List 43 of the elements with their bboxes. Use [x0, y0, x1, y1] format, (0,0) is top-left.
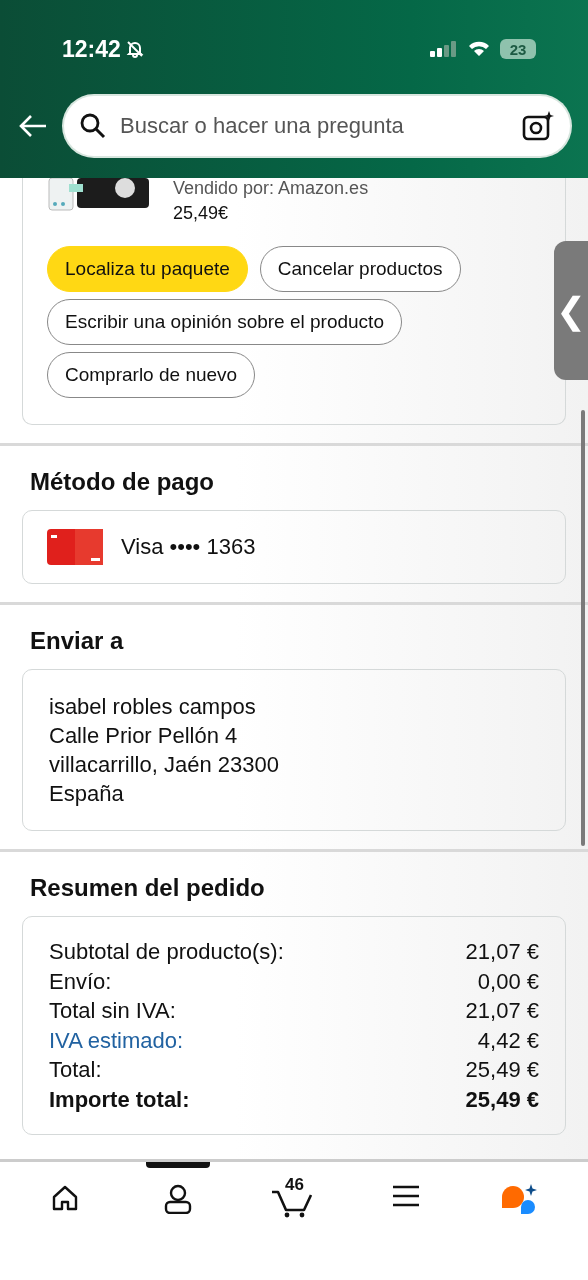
action-button[interactable]: Escribir una opinión sobre el producto — [47, 299, 402, 345]
camera-icon[interactable] — [522, 111, 554, 141]
address-line: villacarrillo, Jaén 23300 — [49, 751, 280, 779]
action-button[interactable]: Comprarlo de nuevo — [47, 352, 256, 398]
address-line: isabel robles campos — [49, 693, 257, 721]
summary-value: 0,00 € — [477, 967, 539, 996]
muted-bell-icon — [124, 39, 145, 59]
summary-label: Total: — [49, 1056, 102, 1084]
search-icon — [80, 113, 106, 139]
credit-card-icon — [47, 529, 103, 565]
home-icon[interactable] — [50, 1184, 79, 1212]
seller-text: Vendido por: Amazon.es — [173, 178, 369, 199]
search-bar[interactable]: Buscar o hacer una pregunta — [64, 96, 570, 156]
status-time: 12:42 — [62, 35, 121, 63]
wifi-icon — [468, 41, 490, 57]
summary-value: 25,49 € — [465, 1056, 539, 1084]
address-line: España — [49, 780, 125, 808]
payment-card[interactable]: Visa •••• 1363 — [22, 510, 566, 584]
summary-label: Subtotal de producto(s): — [49, 938, 284, 966]
person-icon[interactable] — [164, 1184, 193, 1214]
side-panel-handle[interactable]: ❮ — [554, 241, 588, 380]
card-number: Visa •••• 1363 — [121, 534, 256, 560]
summary-value: 21,07 € — [465, 938, 539, 966]
action-button[interactable]: Cancelar productos — [259, 246, 461, 292]
product-price: 25,49€ — [173, 203, 230, 224]
summary-value: 25,49 € — [465, 1085, 539, 1114]
menu-icon[interactable] — [391, 1184, 420, 1208]
summary-label: Importe total: — [49, 1085, 190, 1114]
section-title: Resumen del pedido — [30, 874, 266, 902]
signal-icon — [430, 41, 458, 57]
summary-value: 21,07 € — [465, 997, 539, 1025]
search-field[interactable]: Buscar o hacer una pregunta — [118, 112, 510, 140]
cart-count: 46 — [285, 1175, 304, 1195]
back-arrow-icon[interactable] — [18, 114, 48, 138]
summary-label: Total sin IVA: — [49, 997, 176, 1025]
battery-icon: 23 — [500, 39, 536, 59]
summary-value: 4,42 € — [477, 1026, 539, 1055]
summary-link[interactable]: IVA estimado: — [49, 1025, 184, 1055]
address-line: Calle Prior Pellón 4 — [49, 722, 239, 750]
section-title: Enviar a — [30, 627, 125, 655]
action-button[interactable]: Localiza tu paquete — [47, 246, 248, 292]
section-title: Método de pago — [30, 468, 215, 496]
summary-label: Envío: — [49, 967, 112, 996]
